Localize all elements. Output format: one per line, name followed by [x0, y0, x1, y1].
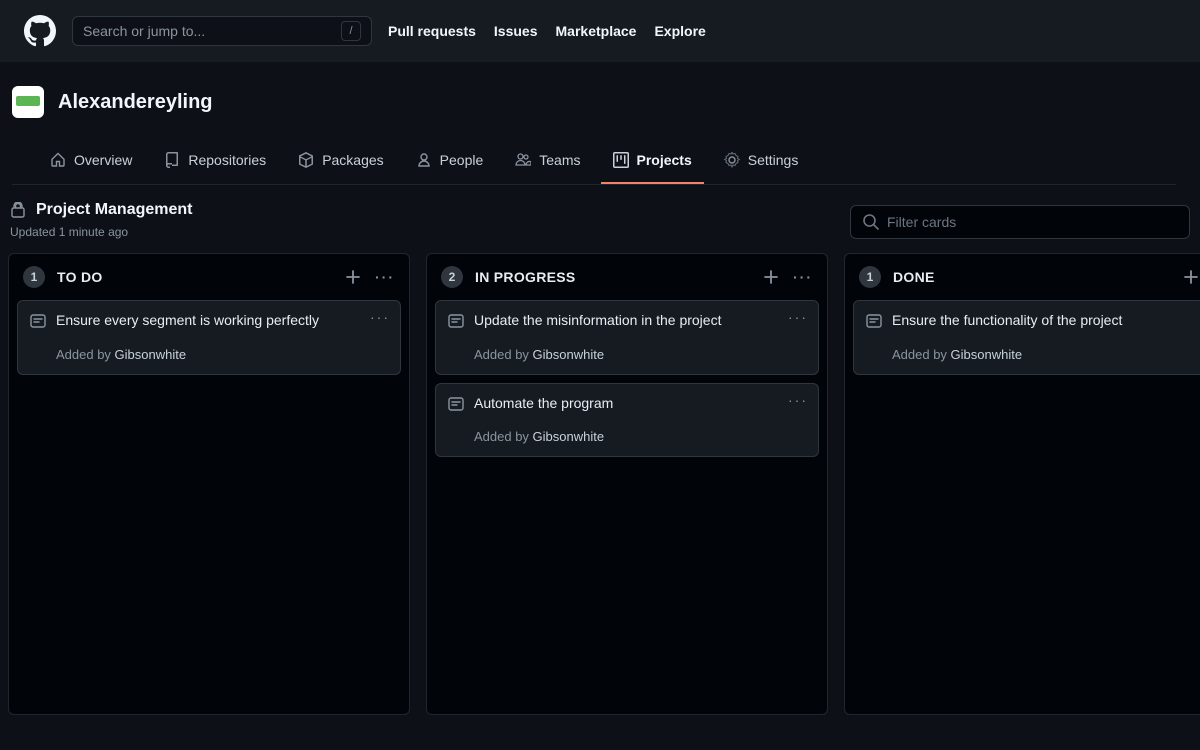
- column-done: 1 DONE Ensure the functionality of the p…: [844, 253, 1200, 715]
- tab-projects[interactable]: Projects: [601, 142, 704, 184]
- column-count: 1: [23, 266, 45, 288]
- person-icon: [416, 152, 432, 168]
- nav-explore[interactable]: Explore: [654, 23, 705, 39]
- kebab-icon[interactable]: ···: [793, 269, 813, 285]
- nav-issues[interactable]: Issues: [494, 23, 538, 39]
- column-title: DONE: [893, 269, 935, 285]
- tab-settings[interactable]: Settings: [712, 142, 811, 184]
- column-in-progress: 2 IN PROGRESS ··· ··· Update the misinfo…: [426, 253, 828, 715]
- card[interactable]: ··· Update the misinformation in the pro…: [435, 300, 819, 375]
- note-icon: [448, 396, 464, 412]
- card[interactable]: Ensure the functionality of the project …: [853, 300, 1200, 375]
- card-title: Update the misinformation in the project: [474, 311, 721, 331]
- tab-repositories[interactable]: Repositories: [152, 142, 278, 184]
- lock-icon: [10, 202, 26, 218]
- card-author[interactable]: Gibsonwhite: [951, 347, 1023, 362]
- tab-packages[interactable]: Packages: [286, 142, 395, 184]
- plus-icon[interactable]: [345, 269, 361, 285]
- project-icon: [613, 152, 629, 168]
- card-meta: Added by Gibsonwhite: [866, 347, 1192, 362]
- org-avatar[interactable]: [12, 86, 44, 118]
- project-toolbar: Project Management Updated 1 minute ago: [0, 185, 1200, 249]
- org-header: Alexandereyling Overview Repositories Pa…: [0, 62, 1200, 185]
- project-updated: Updated 1 minute ago: [10, 225, 192, 239]
- org-tabs: Overview Repositories Packages People Te…: [12, 142, 1176, 185]
- note-icon: [448, 313, 464, 329]
- gear-icon: [724, 152, 740, 168]
- package-icon: [298, 152, 314, 168]
- note-icon: [866, 313, 882, 329]
- column-count: 2: [441, 266, 463, 288]
- card[interactable]: ··· Ensure every segment is working perf…: [17, 300, 401, 375]
- nav-pull-requests[interactable]: Pull requests: [388, 23, 476, 39]
- search-icon: [863, 214, 879, 230]
- global-nav: Pull requests Issues Marketplace Explore: [388, 23, 706, 39]
- org-name[interactable]: Alexandereyling: [58, 91, 213, 114]
- note-icon: [30, 313, 46, 329]
- card-title: Automate the program: [474, 394, 613, 414]
- project-title: Project Management: [36, 201, 192, 219]
- nav-marketplace[interactable]: Marketplace: [556, 23, 637, 39]
- card-title: Ensure the functionality of the project: [892, 311, 1122, 331]
- global-header: Search or jump to... / Pull requests Iss…: [0, 0, 1200, 62]
- column-count: 1: [859, 266, 881, 288]
- column-todo: 1 TO DO ··· ··· Ensure every segment is …: [8, 253, 410, 715]
- tab-people[interactable]: People: [404, 142, 496, 184]
- people-icon: [515, 152, 531, 168]
- column-title: IN PROGRESS: [475, 269, 576, 285]
- search-placeholder-text: Search or jump to...: [83, 23, 205, 39]
- card[interactable]: ··· Automate the program Added by Gibson…: [435, 383, 819, 458]
- filter-cards-input[interactable]: [887, 214, 1177, 230]
- tab-overview[interactable]: Overview: [38, 142, 144, 184]
- kebab-icon[interactable]: ···: [788, 392, 808, 408]
- filter-cards-box[interactable]: [850, 205, 1190, 239]
- kebab-icon[interactable]: ···: [370, 309, 390, 325]
- github-logo[interactable]: [24, 15, 56, 47]
- tab-teams[interactable]: Teams: [503, 142, 592, 184]
- column-title: TO DO: [57, 269, 103, 285]
- project-board: 1 TO DO ··· ··· Ensure every segment is …: [0, 249, 1200, 719]
- plus-icon[interactable]: [763, 269, 779, 285]
- card-meta: Added by Gibsonwhite: [448, 429, 806, 444]
- repo-icon: [164, 152, 180, 168]
- search-hotkey-badge: /: [341, 21, 361, 41]
- global-search[interactable]: Search or jump to... /: [72, 16, 372, 46]
- card-author[interactable]: Gibsonwhite: [533, 429, 605, 444]
- card-author[interactable]: Gibsonwhite: [533, 347, 605, 362]
- card-title: Ensure every segment is working perfectl…: [56, 311, 319, 331]
- card-meta: Added by Gibsonwhite: [30, 347, 388, 362]
- kebab-icon[interactable]: ···: [375, 269, 395, 285]
- plus-icon[interactable]: [1183, 269, 1199, 285]
- card-meta: Added by Gibsonwhite: [448, 347, 806, 362]
- home-icon: [50, 152, 66, 168]
- card-author[interactable]: Gibsonwhite: [115, 347, 187, 362]
- kebab-icon[interactable]: ···: [788, 309, 808, 325]
